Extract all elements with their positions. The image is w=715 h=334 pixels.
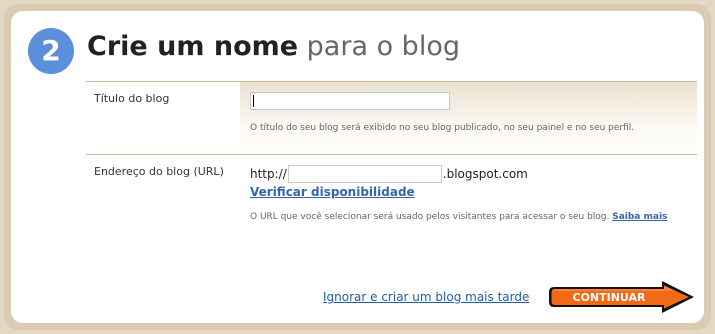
blog-url-input[interactable] — [287, 165, 442, 183]
url-row: Endereço do blog (URL) http:// .blogspot… — [86, 154, 697, 250]
page-title-bold: Crie um nome — [87, 31, 299, 62]
dialog-frame: 2 Crie um nome para o blog Título do blo… — [4, 4, 711, 330]
learn-more-link[interactable]: Saiba mais — [612, 212, 667, 222]
blog-form: Título do blog O título do seu blog será… — [86, 81, 697, 250]
url-prefix: http:// — [250, 167, 287, 181]
title-row: Título do blog O título do seu blog será… — [86, 82, 697, 154]
url-field-cell: http:// .blogspot.com Verificar disponib… — [240, 155, 697, 250]
text-caret — [253, 95, 254, 107]
page-title-light: para o blog — [306, 31, 460, 62]
continue-label: CONTINUAR — [572, 291, 646, 304]
url-hint: O URL que você selecionar será usado pel… — [250, 209, 687, 225]
dialog-panel: 2 Crie um nome para o blog Título do blo… — [11, 11, 704, 323]
title-hint: O título do seu blog será exibido no seu… — [250, 123, 635, 133]
step-badge: 2 — [28, 28, 74, 74]
title-label: Título do blog — [94, 92, 170, 105]
skip-link[interactable]: Ignorar e criar um blog mais tarde — [323, 290, 529, 304]
footer-actions: Ignorar e criar um blog mais tarde CONTI… — [11, 281, 704, 313]
url-hint-text: O URL que você selecionar será usado pel… — [250, 212, 610, 222]
title-field-cell: O título do seu blog será exibido no seu… — [240, 82, 697, 154]
blog-title-input[interactable] — [250, 92, 450, 110]
url-suffix: .blogspot.com — [442, 167, 528, 181]
url-line: http:// .blogspot.com — [250, 165, 687, 183]
verify-availability-link[interactable]: Verificar disponibilidade — [250, 185, 687, 199]
continue-button[interactable]: CONTINUAR — [548, 281, 696, 313]
page-title: Crie um nome para o blog — [87, 31, 460, 62]
url-label: Endereço do blog (URL) — [94, 165, 224, 178]
